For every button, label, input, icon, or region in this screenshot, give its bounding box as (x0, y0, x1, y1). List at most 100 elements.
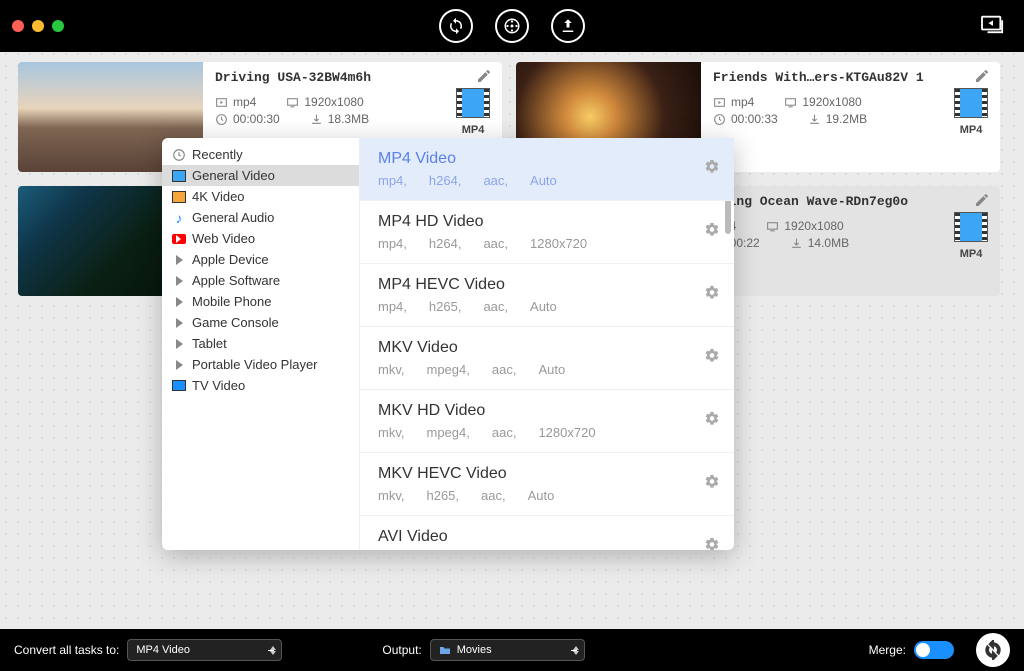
category-label: Game Console (192, 315, 279, 330)
category-item[interactable]: Apple Software (162, 270, 359, 291)
category-item[interactable]: Game Console (162, 312, 359, 333)
category-label: TV Video (192, 378, 245, 393)
format-title: MKV HEVC Video (378, 465, 692, 483)
category-icon (172, 148, 186, 162)
format-preset-row[interactable]: MP4 Video mp4,h264,aac,Auto (360, 138, 734, 201)
edit-icon[interactable] (974, 68, 990, 89)
category-icon: ♪ (172, 211, 186, 225)
category-item[interactable]: ♪General Audio (162, 207, 359, 228)
container-meta: mp4 (215, 95, 256, 109)
format-title: MP4 HEVC Video (378, 276, 692, 294)
titlebar (0, 0, 1024, 52)
close-window[interactable] (12, 20, 24, 32)
queue-icon[interactable] (980, 13, 1006, 40)
format-codecs: mp4,h264,aac,1280x720 (378, 236, 692, 251)
top-mode-icons (439, 9, 585, 43)
category-label: Portable Video Player (192, 357, 318, 372)
output-format-icon[interactable]: MP4 (456, 88, 490, 136)
gear-icon[interactable] (704, 411, 720, 432)
start-convert-button[interactable] (976, 633, 1010, 667)
edit-icon[interactable] (476, 68, 492, 89)
zoom-window[interactable] (52, 20, 64, 32)
merge-label: Merge: (869, 643, 906, 657)
gear-icon[interactable] (704, 537, 720, 551)
resolution-meta: 1920x1080 (286, 95, 363, 109)
category-item[interactable]: Tablet (162, 333, 359, 354)
convert-format-dropdown[interactable]: MP4 Video (127, 639, 282, 661)
output-format-icon[interactable]: MP4 (954, 212, 988, 260)
format-codecs: mp4,h265,aac,Auto (378, 299, 692, 314)
duration-meta: 00:00:30 (215, 112, 280, 126)
format-category-list: Recently General Video 4K Video ♪General Au… (162, 138, 360, 550)
category-icon (172, 295, 186, 309)
format-codecs: mkv,mpeg4,aac,Auto (378, 362, 692, 377)
format-preset-row[interactable]: MKV Videomkv,mpeg4,aac,Auto (360, 327, 734, 390)
format-preset-list: MP4 Video mp4,h264,aac,Auto MP4 HD Video mp… (360, 138, 734, 550)
category-icon (172, 337, 186, 351)
format-title: MP4 HD Video (378, 213, 692, 231)
folder-icon (439, 645, 451, 655)
format-preset-row[interactable]: AVI Videoavi,xvid,mp2,Auto (360, 516, 734, 550)
category-label: Mobile Phone (192, 294, 272, 309)
category-label: General Video (192, 168, 275, 183)
video-title: Driving USA-32BW4m6h (215, 70, 490, 85)
category-icon (172, 232, 186, 246)
category-icon (172, 253, 186, 267)
gear-icon[interactable] (704, 159, 720, 180)
size-meta: 14.0MB (790, 236, 849, 250)
category-label: Recently (192, 147, 243, 162)
media-mode-icon[interactable] (495, 9, 529, 43)
size-meta: 18.3MB (310, 112, 369, 126)
format-codecs: mkv,h265,aac,Auto (378, 488, 692, 503)
category-icon (172, 316, 186, 330)
resolution-meta: 1920x1080 (784, 95, 861, 109)
minimize-window[interactable] (32, 20, 44, 32)
output-format-icon[interactable]: MP4 (954, 88, 988, 136)
format-codecs: mp4,h264,aac,Auto (378, 173, 692, 188)
window-controls (12, 20, 64, 32)
category-icon (172, 169, 186, 183)
format-preset-row[interactable]: MP4 HEVC Video mp4,h265,aac,Auto (360, 264, 734, 327)
video-title: Friends With…ers-KTGAu82V 1 (713, 70, 988, 85)
category-item[interactable]: Mobile Phone (162, 291, 359, 312)
gear-icon[interactable] (704, 474, 720, 495)
category-label: Tablet (192, 336, 227, 351)
category-label: Web Video (192, 231, 255, 246)
duration-meta: 00:00:33 (713, 112, 778, 126)
category-item[interactable]: 4K Video (162, 186, 359, 207)
gear-icon[interactable] (704, 222, 720, 243)
category-label: 4K Video (192, 189, 245, 204)
output-folder-dropdown[interactable]: Movies (430, 639, 585, 661)
merge-toggle[interactable] (914, 641, 954, 659)
format-preset-row[interactable]: MKV HEVC Video mkv,h265,aac,Auto (360, 453, 734, 516)
format-title: AVI Video (378, 528, 692, 546)
output-label: Output: (382, 643, 421, 657)
video-title: rfing Ocean Wave-RDn7eg0o (713, 194, 988, 209)
convert-all-label: Convert all tasks to: (14, 643, 119, 657)
format-title: MKV HD Video (378, 402, 692, 420)
format-preset-row[interactable]: MP4 HD Video mp4,h264,aac,1280x720 (360, 201, 734, 264)
convert-mode-icon[interactable] (439, 9, 473, 43)
gear-icon[interactable] (704, 348, 720, 369)
category-item[interactable]: Recently (162, 144, 359, 165)
category-item[interactable]: General Video (162, 165, 359, 186)
category-icon (172, 274, 186, 288)
container-meta: mp4 (713, 95, 754, 109)
format-picker-panel: Recently General Video 4K Video ♪General Au… (162, 138, 734, 550)
category-icon (172, 190, 186, 204)
gear-icon[interactable] (704, 285, 720, 306)
format-title: MP4 Video (378, 150, 692, 168)
share-mode-icon[interactable] (551, 9, 585, 43)
format-preset-row[interactable]: MKV HD Video mkv,mpeg4,aac,1280x720 (360, 390, 734, 453)
category-item[interactable]: Apple Device (162, 249, 359, 270)
edit-icon[interactable] (974, 192, 990, 213)
category-item[interactable]: Portable Video Player (162, 354, 359, 375)
bottom-bar: Convert all tasks to: MP4 Video Output: … (0, 629, 1024, 671)
format-codecs: mkv,mpeg4,aac,1280x720 (378, 425, 692, 440)
category-icon (172, 379, 186, 393)
category-label: Apple Device (192, 252, 269, 267)
size-meta: 19.2MB (808, 112, 867, 126)
category-item[interactable]: Web Video (162, 228, 359, 249)
resolution-meta: 1920x1080 (766, 219, 843, 233)
category-item[interactable]: TV Video (162, 375, 359, 396)
